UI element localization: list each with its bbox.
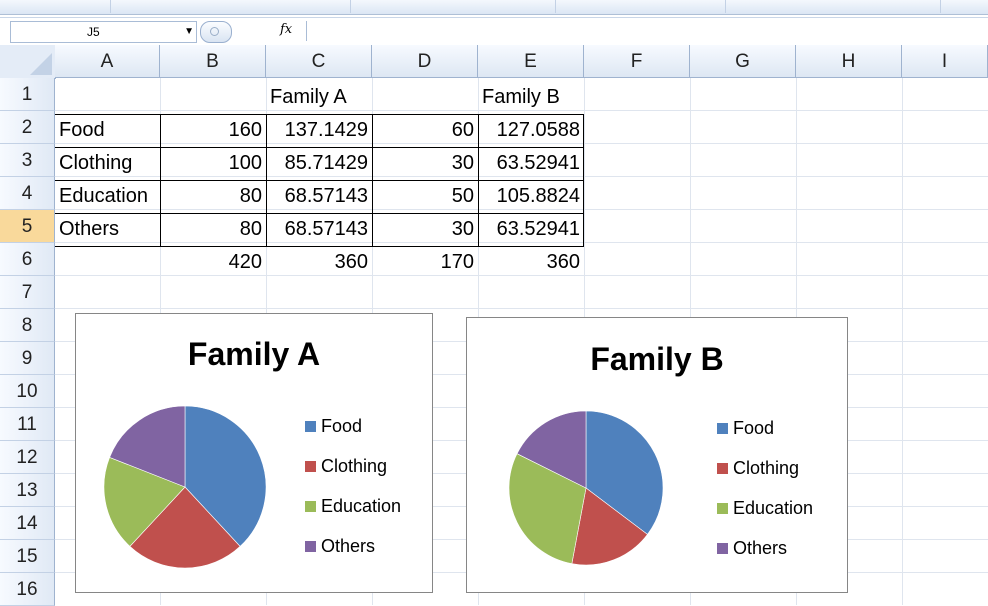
row-header-1[interactable]: 1: [0, 78, 55, 111]
cell-e6[interactable]: 360: [478, 246, 584, 279]
pie-chart: [508, 410, 664, 566]
column-header-c[interactable]: C: [266, 45, 372, 78]
cell-b2[interactable]: 160: [160, 114, 266, 147]
formula-bar: J5 ▼ fx: [0, 17, 988, 46]
cell-a5[interactable]: Others: [55, 213, 160, 246]
ribbon-group: [555, 0, 726, 13]
cell-c5[interactable]: 68.57143: [266, 213, 372, 246]
cell-e3[interactable]: 63.52941: [478, 147, 584, 180]
column-header-d[interactable]: D: [372, 45, 478, 78]
row-header-10[interactable]: 10: [0, 375, 55, 408]
cell-b6[interactable]: 420: [160, 246, 266, 279]
legend-swatch: [305, 501, 316, 512]
gridline: [55, 308, 988, 309]
cell-b4[interactable]: 80: [160, 180, 266, 213]
legend-swatch: [305, 541, 316, 552]
ribbon-group: [0, 0, 111, 13]
cell-b3[interactable]: 100: [160, 147, 266, 180]
column-header-e[interactable]: E: [478, 45, 584, 78]
legend-swatch: [717, 543, 728, 554]
row-header-12[interactable]: 12: [0, 441, 55, 474]
cell-a2[interactable]: Food: [55, 114, 160, 147]
cell-a3[interactable]: Clothing: [55, 147, 160, 180]
name-box[interactable]: J5 ▼: [10, 21, 197, 43]
cell-c1[interactable]: Family A: [266, 81, 372, 114]
function-icon[interactable]: fx: [280, 22, 292, 37]
column-header-i[interactable]: I: [902, 45, 988, 78]
cell-d3[interactable]: 30: [372, 147, 478, 180]
cell-e2[interactable]: 127.0588: [478, 114, 584, 147]
cell-d6[interactable]: 170: [372, 246, 478, 279]
chart-family-a[interactable]: Family A Food Clothing Education Others: [75, 313, 433, 593]
cell-a4[interactable]: Education: [55, 180, 160, 213]
legend-label: Others: [733, 538, 788, 558]
column-header-h[interactable]: H: [796, 45, 902, 78]
row-header-7[interactable]: 7: [0, 276, 55, 309]
legend-swatch: [305, 421, 316, 432]
legend-label: Clothing: [321, 456, 388, 476]
select-all-button[interactable]: [0, 45, 56, 79]
ribbon-group: [110, 0, 351, 13]
row-header-14[interactable]: 14: [0, 507, 55, 540]
chevron-down-icon[interactable]: ▼: [184, 22, 194, 42]
chart-family-b[interactable]: Family B Food Clothing Education Others: [466, 317, 848, 593]
row-header-16[interactable]: 16: [0, 573, 55, 606]
formula-resize-handle[interactable]: [200, 21, 232, 43]
ribbon-strip: [0, 0, 988, 15]
cell-c6[interactable]: 360: [266, 246, 372, 279]
row-header-11[interactable]: 11: [0, 408, 55, 441]
name-box-value: J5: [87, 25, 100, 39]
column-header-b[interactable]: B: [160, 45, 266, 78]
cell-c2[interactable]: 137.1429: [266, 114, 372, 147]
column-header-f[interactable]: F: [584, 45, 690, 78]
legend-label: Education: [321, 496, 402, 516]
cell-c4[interactable]: 68.57143: [266, 180, 372, 213]
cell-e5[interactable]: 63.52941: [478, 213, 584, 246]
cell-d2[interactable]: 60: [372, 114, 478, 147]
cell-b5[interactable]: 80: [160, 213, 266, 246]
cell-e1[interactable]: Family B: [478, 81, 584, 114]
row-header-5[interactable]: 5: [0, 210, 55, 243]
row-header-8[interactable]: 8: [0, 309, 55, 342]
legend-swatch: [717, 463, 728, 474]
row-header-4[interactable]: 4: [0, 177, 55, 210]
cell-c3[interactable]: 85.71429: [266, 147, 372, 180]
spreadsheet-grid[interactable]: A B C D E F G H I 1 2 3 4 5 6 7 8 9 10 1…: [0, 45, 988, 606]
pie-chart: [103, 405, 267, 569]
ribbon-group: [725, 0, 941, 13]
row-header-3[interactable]: 3: [0, 144, 55, 177]
row-header-9[interactable]: 9: [0, 342, 55, 375]
legend-label: Others: [321, 536, 376, 556]
formula-input[interactable]: [306, 21, 988, 41]
column-header-g[interactable]: G: [690, 45, 796, 78]
cell-d5[interactable]: 30: [372, 213, 478, 246]
legend-swatch: [717, 503, 728, 514]
legend-label: Food: [321, 416, 363, 436]
row-header-13[interactable]: 13: [0, 474, 55, 507]
row-header-2[interactable]: 2: [0, 111, 55, 144]
legend-label: Clothing: [733, 458, 800, 478]
legend-label: Education: [733, 498, 814, 518]
legend-swatch: [305, 461, 316, 472]
legend-label: Food: [733, 418, 775, 438]
cell-d4[interactable]: 50: [372, 180, 478, 213]
cell-e4[interactable]: 105.8824: [478, 180, 584, 213]
row-header-15[interactable]: 15: [0, 540, 55, 573]
ribbon-group: [350, 0, 556, 13]
row-header-6[interactable]: 6: [0, 243, 55, 276]
column-header-a[interactable]: A: [55, 45, 160, 78]
legend-swatch: [717, 423, 728, 434]
